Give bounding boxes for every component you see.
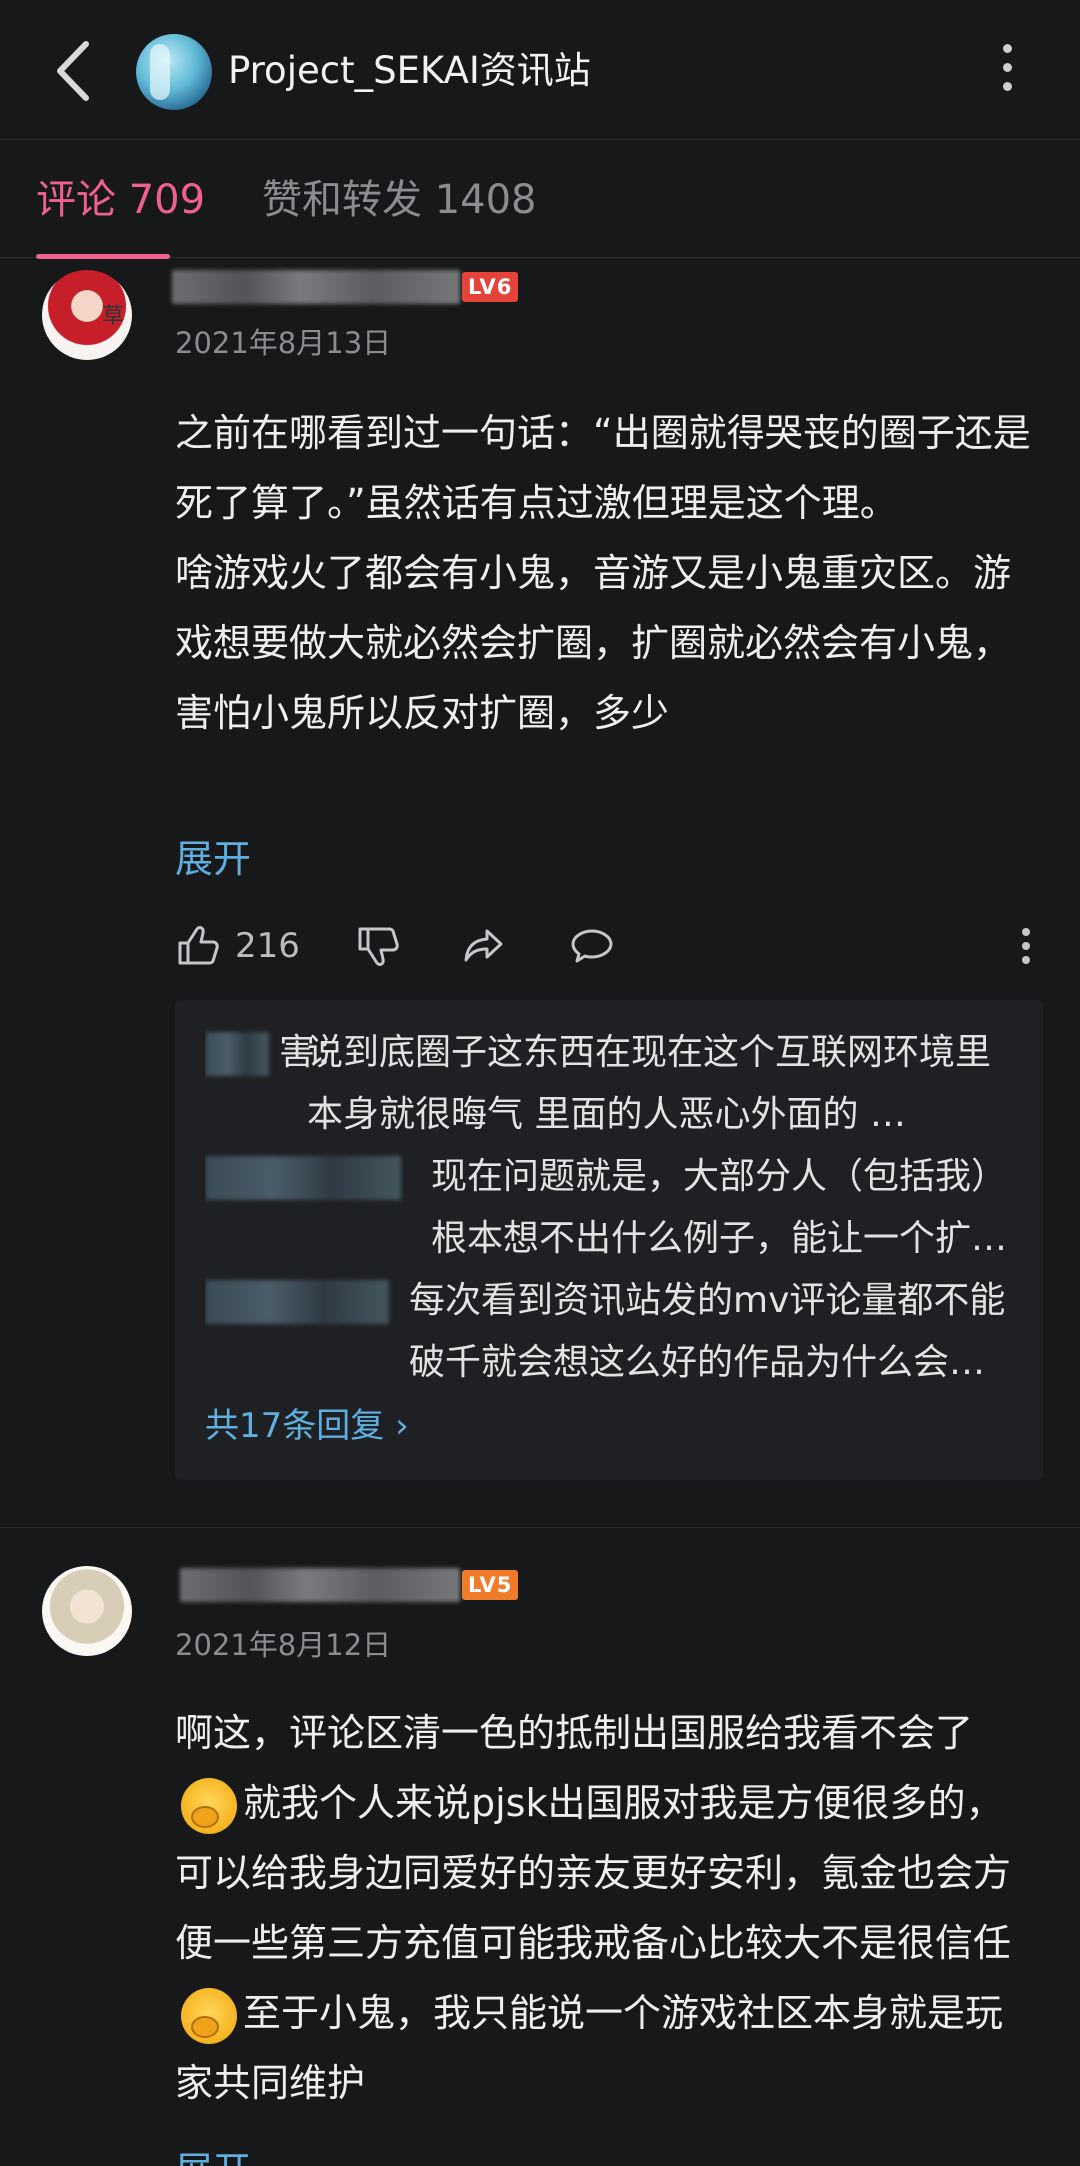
reply-item[interactable]: 每次看到资讯站发的mv评论量都不能破千就会想这么好的作品为什么会… — [205, 1270, 1013, 1394]
like-count: 216 — [235, 926, 300, 966]
channel-title[interactable]: Project_SEKAI资讯站 — [228, 46, 591, 96]
reply-username-blurred[interactable] — [205, 1280, 389, 1324]
expand-link[interactable]: 展开 — [175, 828, 251, 883]
comment-more-button[interactable] — [1003, 916, 1049, 976]
tab-bar: 评论 709 赞和转发 1408 — [0, 140, 1080, 259]
channel-avatar[interactable] — [136, 34, 212, 110]
comment-body-part: 至于小鬼，我只能说一个游戏社区本身就是玩家共同维护 — [175, 1991, 1004, 2105]
thumbs-up-icon — [178, 926, 219, 965]
tab-comments[interactable]: 评论 709 — [36, 172, 205, 228]
level-badge: LV6 — [462, 272, 519, 302]
comment-actions: 216 — [175, 916, 1045, 976]
share-button[interactable] — [461, 916, 507, 976]
back-button[interactable] — [48, 36, 102, 106]
reply-button[interactable] — [569, 916, 615, 976]
comment-item: LV5 2021年8月12日 啊这，评论区清一色的抵制出国服给我看不会了就我个人… — [0, 1528, 1080, 2166]
comment-date: 2021年8月13日 — [175, 326, 392, 360]
like-button[interactable]: 216 — [175, 916, 300, 976]
comment-body: 之前在哪看到过一句话：“出圈就得哭丧的圈子还是死了算了。”虽然话有点过激但理是这… — [175, 411, 1031, 735]
comment-date: 2021年8月12日 — [175, 1628, 392, 1662]
dislike-button[interactable] — [355, 916, 401, 976]
thinking-emoji-icon — [181, 1987, 237, 2044]
avatar[interactable]: 草 — [42, 270, 132, 360]
reply-username-blurred[interactable] — [205, 1156, 401, 1200]
reply-text: 说到底圈子这东西在现在这个互联网环境里本身就很晦气 里面的人恶心外面的 … — [307, 1032, 992, 1135]
reply-item[interactable]: 害： 说到底圈子这东西在现在这个互联网环境里本身就很晦气 里面的人恶心外面的 … — [205, 1022, 1013, 1146]
view-all-replies-link[interactable]: 共17条回复 › — [205, 1394, 1013, 1458]
top-bar: Project_SEKAI资讯站 — [0, 0, 1080, 140]
more-vertical-icon — [1002, 44, 1012, 53]
thumbs-down-icon — [358, 927, 399, 966]
avatar-badge: 草 — [101, 304, 124, 329]
comment-bubble-icon — [571, 929, 613, 963]
reply-username-blurred[interactable] — [205, 1032, 269, 1076]
expand-link[interactable]: 展开 — [175, 2140, 251, 2166]
chevron-left-icon — [57, 41, 89, 101]
share-icon — [464, 929, 503, 962]
comment-body-part: 就我个人来说pjsk出国服对我是方便很多的，可以给我身边同爱好的亲友更好安利，氪… — [175, 1781, 1012, 1965]
more-button[interactable] — [992, 38, 1022, 106]
more-vertical-icon — [1022, 928, 1030, 964]
avatar[interactable] — [42, 1566, 132, 1656]
level-badge: LV5 — [462, 1570, 519, 1600]
tab-likes-reposts[interactable]: 赞和转发 1408 — [262, 172, 537, 228]
comment-item: 草 LV6 2021年8月13日 之前在哪看到过一句话：“出圈就得哭丧的圈子还是… — [0, 258, 1080, 1528]
username-blurred[interactable] — [172, 270, 460, 304]
reply-item[interactable]: 现在问题就是，大部分人（包括我）根本想不出什么例子，能让一个扩… — [205, 1146, 1013, 1270]
comment-body: 啊这，评论区清一色的抵制出国服给我看不会了就我个人来说pjsk出国服对我是方便很… — [175, 1698, 1035, 2134]
username-blurred[interactable] — [180, 1568, 460, 1602]
comment-body-part: 啊这，评论区清一色的抵制出国服给我看不会了 — [175, 1711, 974, 1755]
replies-preview[interactable]: 害： 说到底圈子这东西在现在这个互联网环境里本身就很晦气 里面的人恶心外面的 …… — [175, 1000, 1043, 1480]
thinking-emoji-icon — [181, 1777, 237, 1834]
